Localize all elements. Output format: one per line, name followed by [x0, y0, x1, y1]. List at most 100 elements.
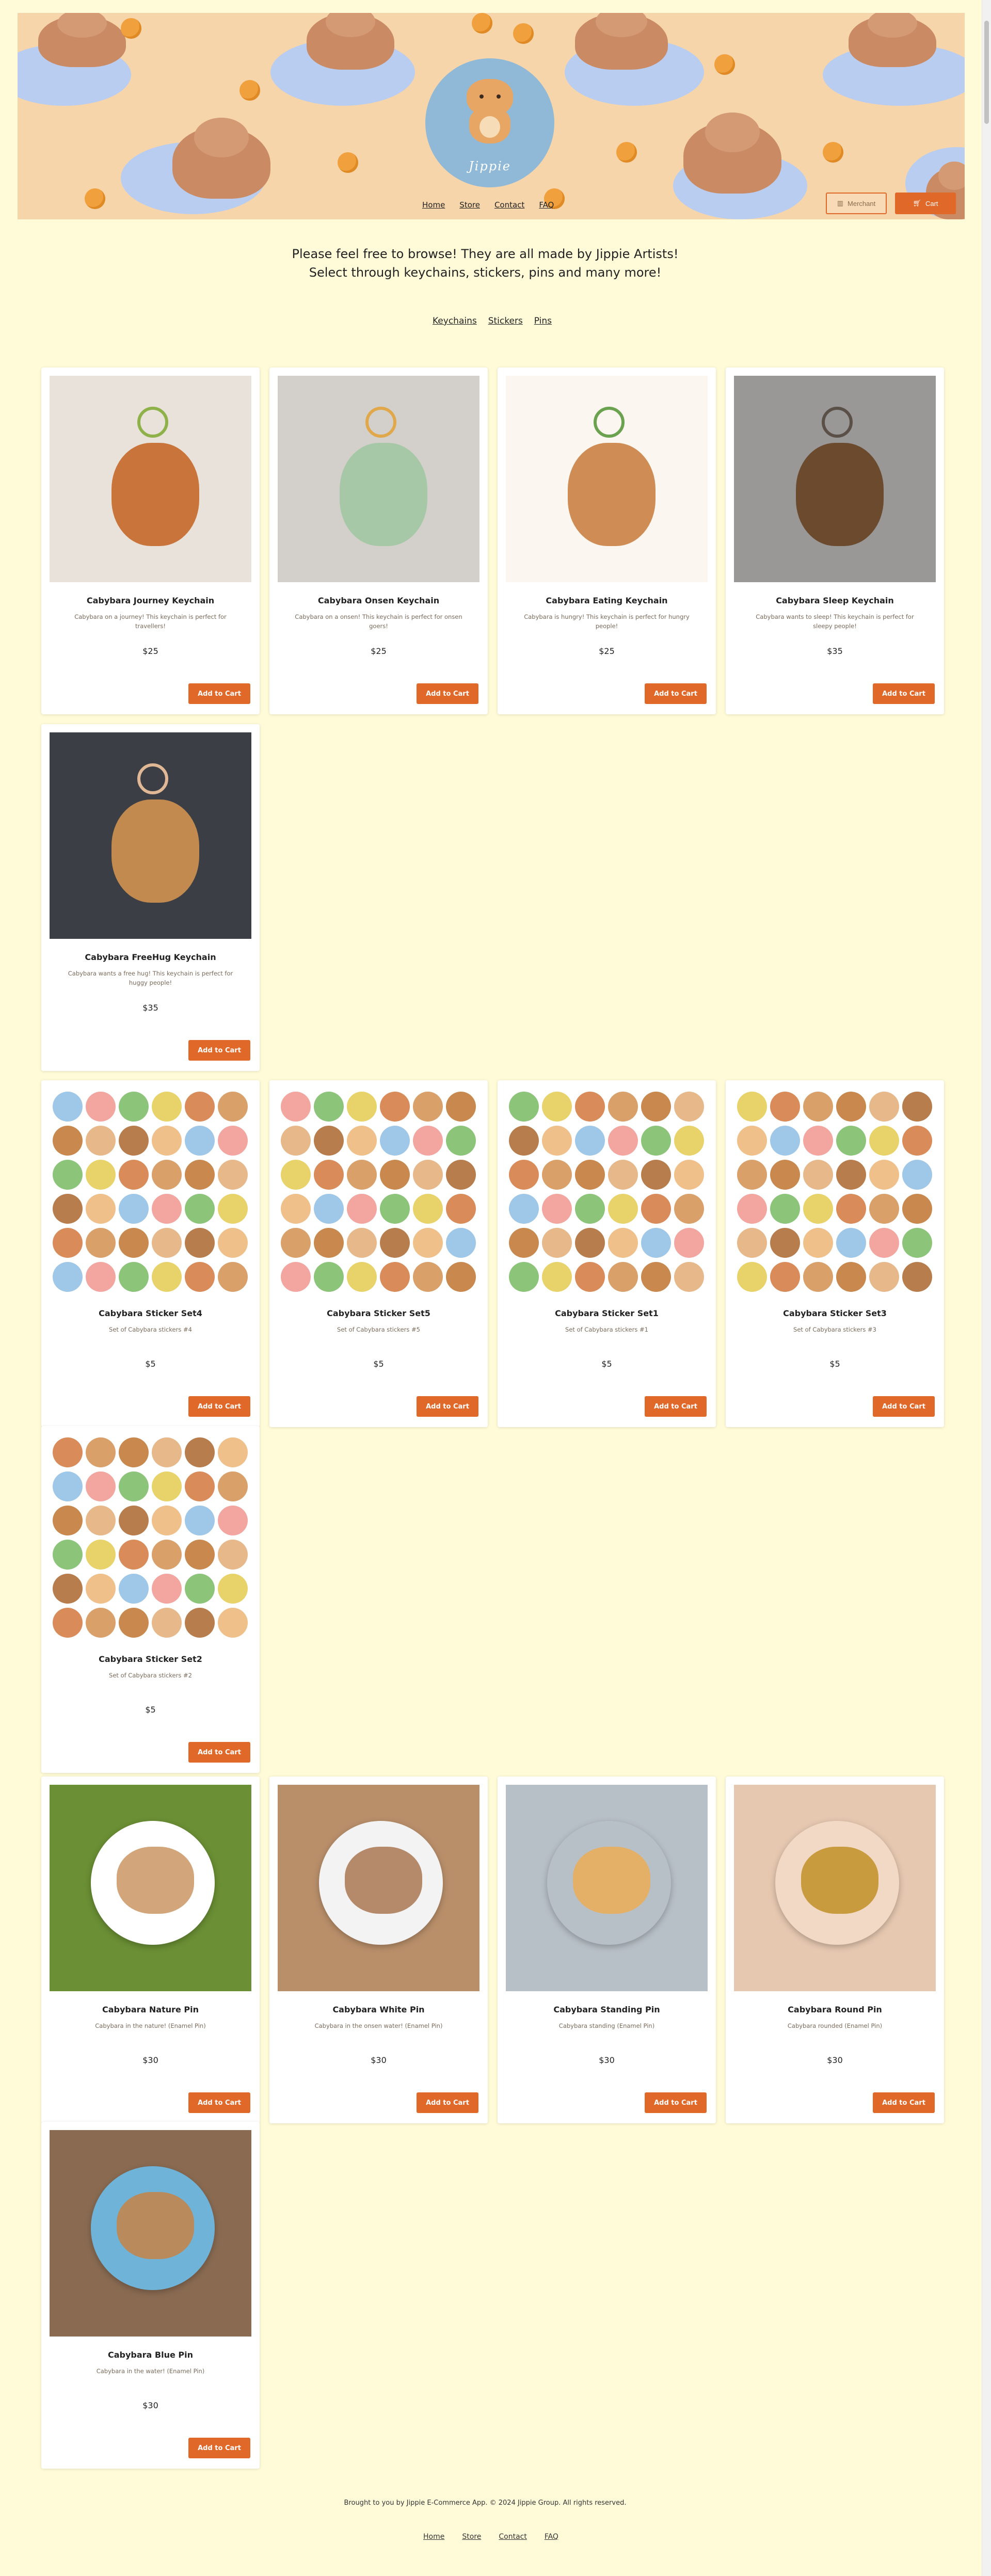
- product-card[interactable]: Cabybara White Pin Cabybara in the onsen …: [269, 1777, 488, 2123]
- product-name: Cabybara White Pin: [332, 2005, 425, 2014]
- add-to-cart-button[interactable]: Add to Cart: [188, 683, 250, 704]
- product-image[interactable]: [506, 376, 708, 582]
- product-name: Cabybara Blue Pin: [107, 2350, 194, 2360]
- product-price: $30: [371, 2055, 387, 2065]
- product-card[interactable]: Cabybara Sticker Set4 Set of Cabybara sti…: [41, 1080, 260, 1427]
- category-keychains[interactable]: Keychains: [433, 316, 477, 326]
- cart-label: Cart: [925, 199, 938, 207]
- product-name: Cabybara Sticker Set1: [555, 1308, 659, 1318]
- product-description: Cabybara wants to sleep! This keychain i…: [756, 613, 914, 630]
- product-image[interactable]: [278, 1089, 479, 1295]
- orange-icon: [338, 152, 358, 173]
- nav-home[interactable]: Home: [422, 200, 445, 210]
- product-name: Cabybara Nature Pin: [102, 2005, 199, 2014]
- product-image[interactable]: [734, 1089, 936, 1295]
- product-image[interactable]: [50, 1434, 251, 1641]
- product-price: $30: [142, 2401, 158, 2410]
- add-to-cart-button[interactable]: Add to Cart: [417, 683, 478, 704]
- capybara-pattern-icon: [575, 13, 668, 70]
- product-name: Cabybara FreeHug Keychain: [85, 952, 216, 962]
- orange-icon: [823, 142, 843, 163]
- nav-store[interactable]: Store: [459, 200, 480, 210]
- product-name: Cabybara Sticker Set5: [327, 1308, 430, 1318]
- product-image[interactable]: [278, 1785, 479, 1991]
- capybara-pattern-icon: [849, 13, 936, 67]
- footer-nav-store[interactable]: Store: [462, 2533, 481, 2541]
- merchant-button[interactable]: ▥ Merchant: [826, 193, 887, 214]
- main-nav: Home Store Contact FAQ: [422, 200, 554, 210]
- product-description: Cabybara rounded (Enamel Pin): [787, 2022, 883, 2029]
- product-price: $35: [142, 1003, 158, 1013]
- product-card[interactable]: Cabybara FreeHug Keychain Cabybara wants …: [41, 724, 260, 1071]
- product-price: $25: [142, 646, 158, 656]
- category-pins[interactable]: Pins: [534, 316, 552, 326]
- add-to-cart-button[interactable]: Add to Cart: [188, 1742, 250, 1763]
- product-name: Cabybara Onsen Keychain: [317, 596, 440, 605]
- scrollbar-thumb[interactable]: [984, 21, 989, 124]
- add-to-cart-button[interactable]: Add to Cart: [645, 683, 707, 704]
- add-to-cart-button[interactable]: Add to Cart: [188, 1040, 250, 1061]
- product-image[interactable]: [50, 1089, 251, 1295]
- merchant-label: Merchant: [848, 199, 876, 207]
- product-description: Cabybara in the onsen water! (Enamel Pin…: [314, 2022, 443, 2029]
- product-image[interactable]: [50, 2130, 251, 2337]
- orange-icon: [616, 142, 637, 163]
- product-card[interactable]: Cabybara Journey Keychain Cabybara on a j…: [41, 367, 260, 714]
- product-card[interactable]: Cabybara Standing Pin Cabybara standing (…: [498, 1777, 716, 2123]
- footer-nav-contact[interactable]: Contact: [499, 2533, 526, 2541]
- product-image[interactable]: [734, 376, 936, 582]
- orange-icon: [472, 13, 492, 34]
- page-scrollbar[interactable]: [982, 0, 991, 2576]
- footer-nav-faq[interactable]: FAQ: [545, 2533, 558, 2541]
- product-image[interactable]: [278, 376, 479, 582]
- add-to-cart-button[interactable]: Add to Cart: [188, 2438, 250, 2458]
- product-image[interactable]: [506, 1785, 708, 1991]
- product-name: Cabybara Sticker Set2: [99, 1654, 202, 1664]
- product-price: $5: [145, 1705, 156, 1715]
- product-image[interactable]: [506, 1089, 708, 1295]
- product-description: Cabybara is hungry! This keychain is per…: [524, 613, 690, 630]
- product-card[interactable]: Cabybara Sticker Set2 Set of Cabybara sti…: [41, 1426, 260, 1773]
- orange-icon: [239, 80, 260, 101]
- product-description: Set of Cabybara stickers #2: [109, 1672, 192, 1679]
- product-image[interactable]: [734, 1785, 936, 1991]
- product-card[interactable]: Cabybara Sticker Set1 Set of Cabybara sti…: [498, 1080, 716, 1427]
- product-image[interactable]: [50, 732, 251, 939]
- cart-button[interactable]: 🛒︎ Cart: [895, 193, 956, 214]
- product-card[interactable]: Cabybara Nature Pin Cabybara in the natur…: [41, 1777, 260, 2123]
- product-description: Set of Cabybara stickers #1: [565, 1326, 648, 1333]
- add-to-cart-button[interactable]: Add to Cart: [417, 1396, 478, 1417]
- add-to-cart-button[interactable]: Add to Cart: [645, 1396, 707, 1417]
- product-price: $35: [827, 646, 843, 656]
- brand-logo[interactable]: Jippie: [425, 58, 554, 187]
- product-description: Cabybara wants a free hug! This keychain…: [68, 970, 233, 986]
- add-to-cart-button[interactable]: Add to Cart: [645, 2092, 707, 2113]
- intro-line-2: Select through keychains, stickers, pins…: [309, 265, 662, 280]
- orange-icon: [121, 18, 141, 39]
- product-card[interactable]: Cabybara Sleep Keychain Cabybara wants to…: [726, 367, 944, 714]
- product-price: $25: [371, 646, 387, 656]
- product-card[interactable]: Cabybara Sticker Set3 Set of Cabybara sti…: [726, 1080, 944, 1427]
- add-to-cart-button[interactable]: Add to Cart: [188, 1396, 250, 1417]
- product-image[interactable]: [50, 376, 251, 582]
- add-to-cart-button[interactable]: Add to Cart: [873, 683, 935, 704]
- header-banner: Jippie Home Store Contact FAQ ▥ Merchant…: [18, 13, 965, 219]
- nav-faq[interactable]: FAQ: [539, 200, 554, 210]
- add-to-cart-button[interactable]: Add to Cart: [873, 2092, 935, 2113]
- product-card[interactable]: Cabybara Round Pin Cabybara rounded (Enam…: [726, 1777, 944, 2123]
- product-card[interactable]: Cabybara Eating Keychain Cabybara is hung…: [498, 367, 716, 714]
- product-name: Cabybara Sticker Set4: [99, 1308, 202, 1318]
- footer-nav-home[interactable]: Home: [423, 2533, 444, 2541]
- category-stickers[interactable]: Stickers: [488, 316, 523, 326]
- product-name: Cabybara Standing Pin: [553, 2005, 660, 2014]
- nav-contact[interactable]: Contact: [494, 200, 524, 210]
- product-name: Cabybara Sticker Set3: [783, 1308, 887, 1318]
- add-to-cart-button[interactable]: Add to Cart: [188, 2092, 250, 2113]
- add-to-cart-button[interactable]: Add to Cart: [417, 2092, 478, 2113]
- product-card[interactable]: Cabybara Blue Pin Cabybara in the water! …: [41, 2122, 260, 2469]
- add-to-cart-button[interactable]: Add to Cart: [873, 1396, 935, 1417]
- product-image[interactable]: [50, 1785, 251, 1991]
- intro-line-1: Please feel free to browse! They are all…: [292, 247, 679, 261]
- product-card[interactable]: Cabybara Onsen Keychain Cabybara on a ons…: [269, 367, 488, 714]
- product-card[interactable]: Cabybara Sticker Set5 Set of Cabybara sti…: [269, 1080, 488, 1427]
